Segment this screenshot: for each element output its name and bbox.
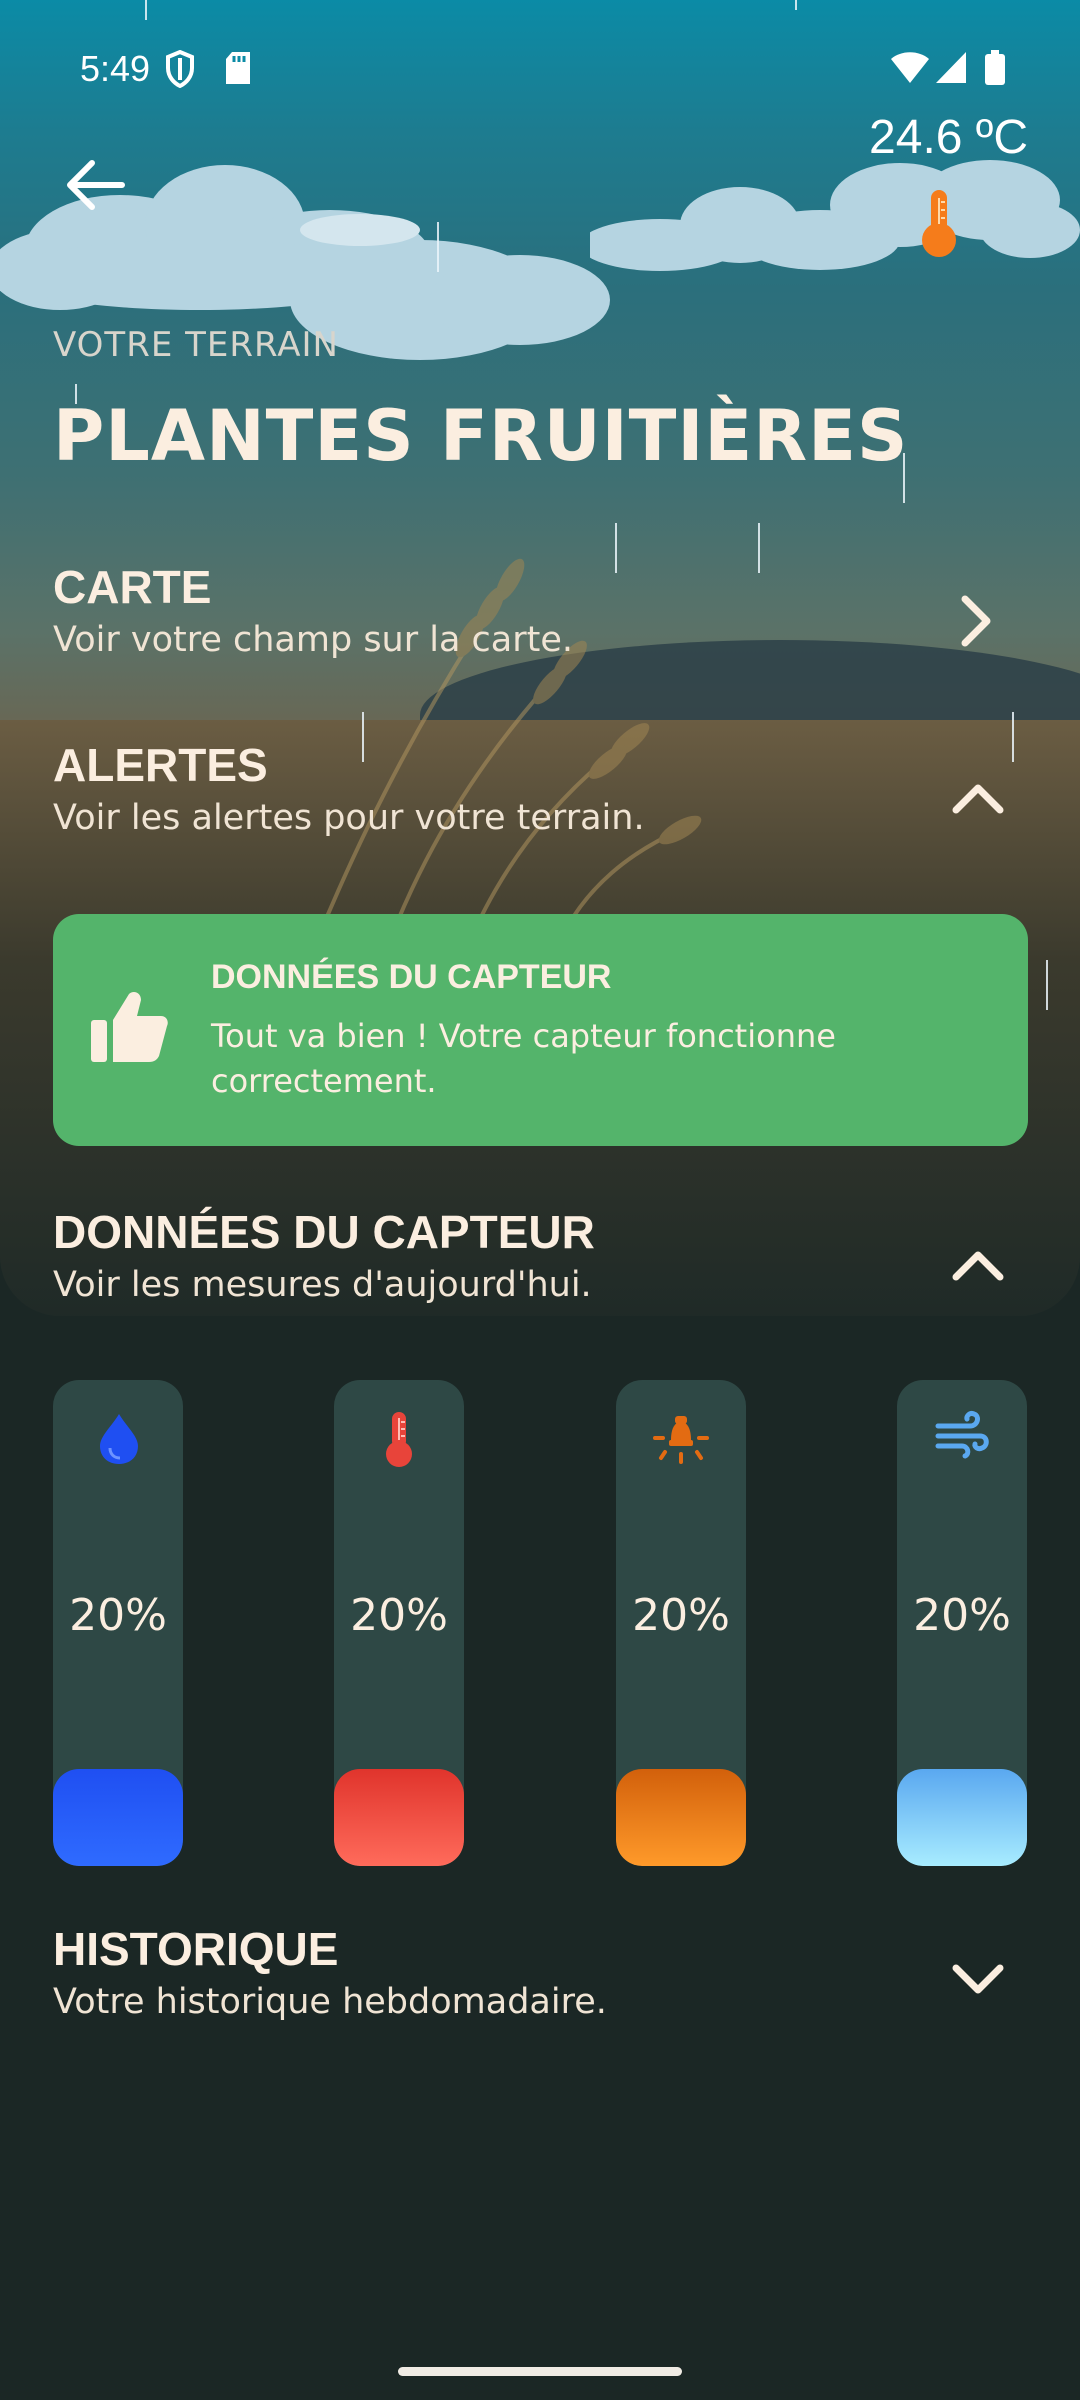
- temperature-level-fill: [334, 1769, 464, 1866]
- shield-icon: [166, 50, 194, 88]
- rain-drop: [437, 222, 439, 272]
- humidity-value: 20%: [69, 1590, 167, 1641]
- history-section-subtitle: Votre historique hebdomadaire.: [53, 1982, 607, 2022]
- temperature-gauge: 20%: [334, 1380, 464, 1866]
- sensor-section-title: DONNÉES DU CAPTEUR: [53, 1206, 595, 1258]
- map-section-subtitle: Voir votre champ sur la carte.: [53, 620, 574, 660]
- alerts-section-subtitle: Voir les alertes pour votre terrain.: [53, 798, 645, 838]
- humidity-gauge: 20%: [53, 1380, 183, 1866]
- alert-message: Tout va bien ! Votre capteur fonctionne …: [211, 1017, 836, 1100]
- wind-icon: [935, 1411, 989, 1459]
- chevron-right-icon[interactable]: [955, 593, 995, 649]
- battery-icon: [985, 50, 1005, 85]
- back-button[interactable]: [60, 155, 130, 215]
- temperature-value: 20%: [350, 1590, 448, 1641]
- chevron-down-icon[interactable]: [950, 1960, 1006, 2000]
- chevron-up-icon[interactable]: [950, 778, 1006, 818]
- sd-card-icon: [226, 52, 250, 84]
- alert-card: DONNÉES DU CAPTEUR Tout va bien ! Votre …: [53, 914, 1028, 1146]
- humidity-level-fill: [53, 1769, 183, 1866]
- light-level-fill: [616, 1769, 746, 1866]
- home-indicator[interactable]: [398, 2367, 682, 2376]
- wind-gauge: 20%: [897, 1380, 1027, 1866]
- rain-drop: [1046, 960, 1048, 1010]
- wind-value: 20%: [913, 1590, 1011, 1641]
- status-time: 5:49: [80, 48, 151, 89]
- page-subtitle: VOTRE TERRAIN: [53, 325, 339, 365]
- wind-level-fill: [897, 1769, 1027, 1866]
- map-section-title: CARTE: [53, 561, 212, 613]
- thumbs-up-icon: [91, 992, 168, 1062]
- cell-signal-icon: [936, 52, 966, 83]
- cloud-right: [590, 160, 1080, 271]
- wifi-icon: [891, 52, 929, 83]
- chevron-up-icon[interactable]: [950, 1245, 1006, 1285]
- alert-title: DONNÉES DU CAPTEUR: [211, 958, 612, 996]
- sensor-section[interactable]: DONNÉES DU CAPTEUR Voir les mesures d'au…: [53, 1205, 1033, 1305]
- map-section[interactable]: CARTE Voir votre champ sur la carte.: [53, 560, 1033, 660]
- water-drop-icon: [100, 1414, 138, 1464]
- sensor-section-subtitle: Voir les mesures d'aujourd'hui.: [53, 1265, 592, 1305]
- light-sensor-icon: [653, 1416, 709, 1464]
- light-gauge: 20%: [616, 1380, 746, 1866]
- thermometer-icon: [386, 1412, 412, 1467]
- history-section[interactable]: HISTORIQUE Votre historique hebdomadaire…: [53, 1922, 1033, 2022]
- thermometer-icon: [922, 190, 956, 257]
- alerts-section[interactable]: ALERTES Voir les alertes pour votre terr…: [53, 738, 1033, 838]
- alerts-section-title: ALERTES: [53, 739, 268, 791]
- temperature-reading: 24.6 ºC: [869, 111, 1028, 164]
- light-value: 20%: [632, 1590, 730, 1641]
- page-title: PLANTES FRUITIÈRES: [53, 395, 909, 477]
- history-section-title: HISTORIQUE: [53, 1923, 339, 1975]
